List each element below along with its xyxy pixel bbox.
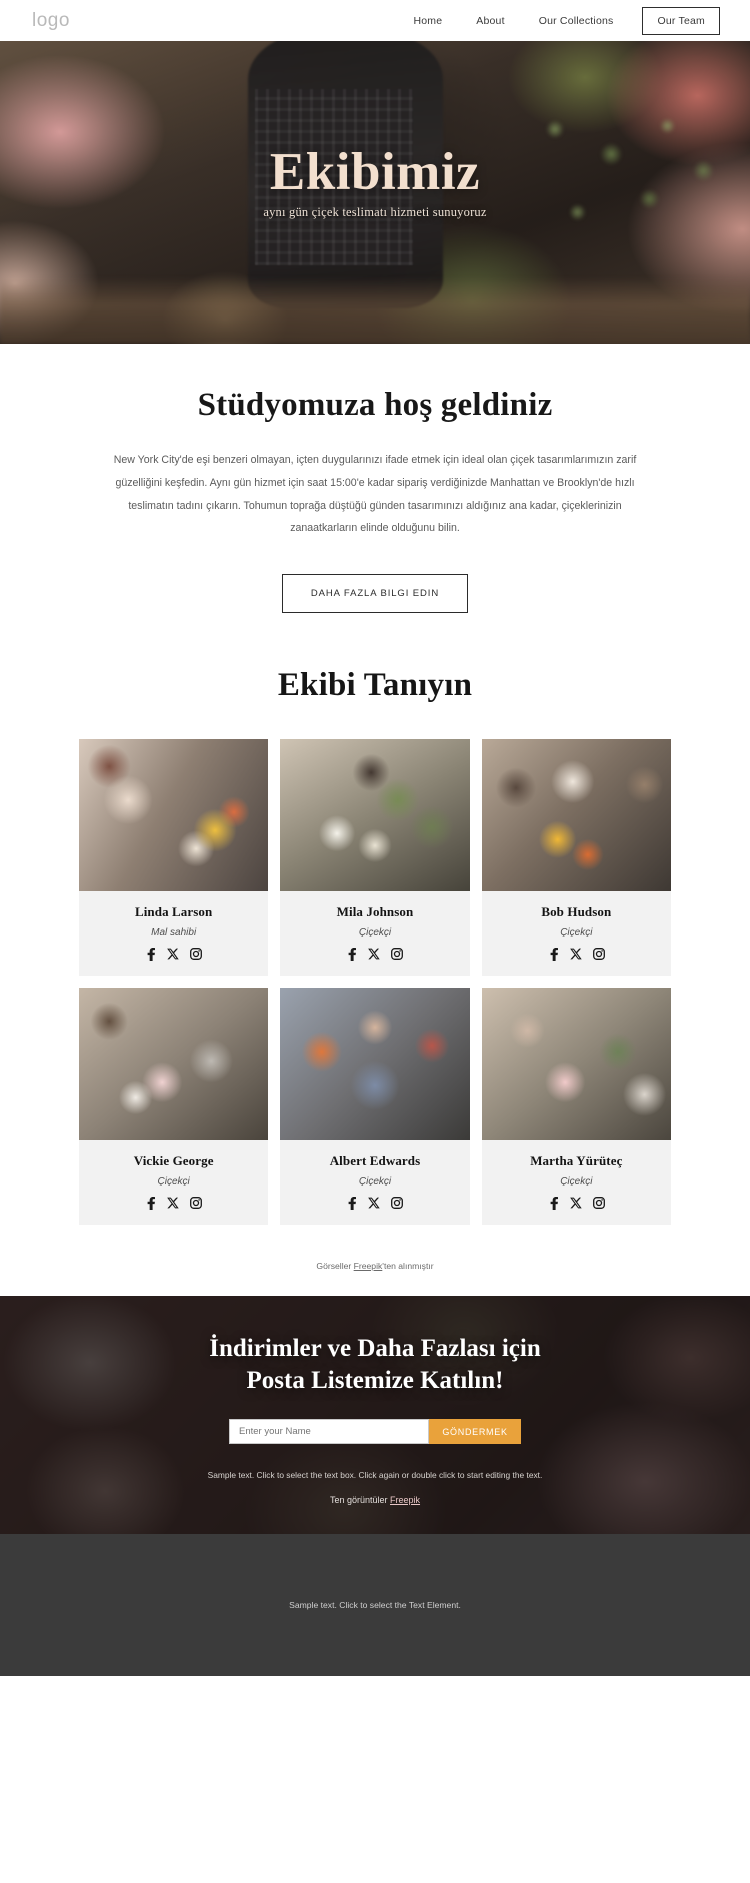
nav-item-our-team[interactable]: Our Team bbox=[642, 6, 720, 35]
instagram-icon[interactable] bbox=[391, 948, 404, 961]
facebook-icon[interactable] bbox=[346, 1197, 357, 1211]
site-logo[interactable]: logo bbox=[32, 10, 70, 32]
learn-more-button[interactable]: DAHA FAZLA BILGI EDIN bbox=[281, 574, 469, 614]
hero-title: Ekibimiz bbox=[269, 143, 481, 201]
facebook-icon[interactable] bbox=[548, 1197, 559, 1211]
team-card[interactable]: Linda Larson Mal sahibi bbox=[79, 739, 269, 977]
x-twitter-icon[interactable] bbox=[167, 948, 179, 961]
freepik-link[interactable]: Freepik bbox=[390, 1495, 420, 1505]
team-grid: Linda Larson Mal sahibi Mila Johnson Çiç… bbox=[79, 739, 671, 1226]
nav-item-our-collections[interactable]: Our Collections bbox=[522, 15, 631, 27]
social-links bbox=[488, 1197, 665, 1211]
facebook-icon[interactable] bbox=[145, 948, 156, 962]
hero-content: Ekibimiz aynı gün çiçek teslimatı hizmet… bbox=[0, 41, 750, 344]
newsletter-credit-prefix: Ten görüntüler bbox=[329, 1495, 391, 1506]
team-card-body: Linda Larson Mal sahibi bbox=[79, 891, 268, 976]
social-links bbox=[286, 948, 463, 962]
credit-prefix: Görseller bbox=[316, 1261, 354, 1272]
hero-subtitle: aynı gün çiçek teslimatı hizmeti sunuyor… bbox=[263, 205, 487, 220]
team-heading: Ekibi Tanıyın bbox=[277, 667, 473, 704]
newsletter-content: İndirimler ve Daha Fazlası için Posta Li… bbox=[0, 1296, 750, 1534]
team-card-body: Mila Johnson Çiçekçi bbox=[280, 891, 469, 976]
team-section: Ekibi Tanıyın Linda Larson Mal sahibi Mi… bbox=[0, 613, 750, 1297]
team-card-body: Martha Yürüteç Çiçekçi bbox=[482, 1140, 671, 1225]
team-member-name: Albert Edwards bbox=[329, 1153, 421, 1169]
team-member-photo bbox=[481, 988, 671, 1141]
team-member-photo bbox=[481, 739, 671, 892]
name-input[interactable] bbox=[229, 1419, 429, 1445]
team-card[interactable]: Vickie George Çiçekçi bbox=[79, 988, 269, 1226]
team-card-body: Vickie George Çiçekçi bbox=[79, 1140, 268, 1225]
social-links bbox=[85, 948, 262, 962]
instagram-icon[interactable] bbox=[190, 948, 203, 961]
team-member-role: Çiçekçi bbox=[560, 927, 593, 939]
team-member-role: Çiçekçi bbox=[157, 1176, 190, 1188]
team-card[interactable]: Albert Edwards Çiçekçi bbox=[280, 988, 470, 1226]
social-links bbox=[85, 1197, 262, 1211]
footer-text: Sample text. Click to select the Text El… bbox=[289, 1600, 461, 1611]
submit-button[interactable]: GÖNDERMEK bbox=[429, 1419, 521, 1445]
newsletter-form: GÖNDERMEK bbox=[229, 1419, 521, 1445]
team-member-role: Çiçekçi bbox=[560, 1176, 593, 1188]
credit-suffix: 'ten alınmıştır bbox=[382, 1261, 434, 1272]
team-member-photo bbox=[79, 739, 269, 892]
newsletter-title-line-2: Posta Listemize Katılın! bbox=[246, 1367, 504, 1395]
instagram-icon[interactable] bbox=[592, 948, 605, 961]
team-member-name: Vickie George bbox=[133, 1153, 214, 1169]
instagram-icon[interactable] bbox=[391, 1197, 404, 1210]
team-member-role: Çiçekçi bbox=[358, 1176, 392, 1188]
nav-item-about[interactable]: About bbox=[459, 15, 521, 27]
team-member-role: Mal sahibi bbox=[151, 927, 197, 939]
newsletter-title: İndirimler ve Daha Fazlası için Posta Li… bbox=[209, 1333, 540, 1397]
team-card[interactable]: Martha Yürüteç Çiçekçi bbox=[481, 988, 671, 1226]
hero-banner: Ekibimiz aynı gün çiçek teslimatı hizmet… bbox=[0, 41, 750, 344]
instagram-icon[interactable] bbox=[190, 1197, 203, 1210]
team-card-body: Albert Edwards Çiçekçi bbox=[280, 1140, 469, 1225]
welcome-heading: Stüdyomuza hoş geldiniz bbox=[197, 387, 553, 423]
x-twitter-icon[interactable] bbox=[569, 948, 582, 961]
facebook-icon[interactable] bbox=[145, 1197, 156, 1211]
newsletter-note: Sample text. Click to select the text bo… bbox=[207, 1470, 543, 1481]
team-card[interactable]: Bob Hudson Çiçekçi bbox=[481, 739, 671, 977]
team-card[interactable]: Mila Johnson Çiçekçi bbox=[280, 739, 470, 977]
team-member-name: Linda Larson bbox=[134, 904, 213, 920]
team-member-role: Çiçekçi bbox=[358, 927, 392, 939]
welcome-section: Stüdyomuza hoş geldiniz New York City'de… bbox=[0, 344, 750, 614]
instagram-icon[interactable] bbox=[592, 1197, 605, 1210]
site-footer: Sample text. Click to select the Text El… bbox=[0, 1534, 750, 1677]
facebook-icon[interactable] bbox=[346, 948, 357, 962]
main-navigation: Home About Our Collections Our Team bbox=[396, 6, 726, 35]
team-member-name: Mila Johnson bbox=[336, 904, 414, 920]
newsletter-credit: Ten görüntüler Freepik bbox=[330, 1495, 420, 1505]
newsletter-title-line-1: İndirimler ve Daha Fazlası için bbox=[209, 1335, 541, 1363]
facebook-icon[interactable] bbox=[548, 948, 559, 962]
social-links bbox=[488, 948, 665, 962]
welcome-cta-wrap: DAHA FAZLA BILGI EDIN bbox=[0, 574, 750, 614]
x-twitter-icon[interactable] bbox=[368, 1197, 381, 1210]
social-links bbox=[286, 1197, 463, 1211]
page-root: logo Home About Our Collections Our Team… bbox=[0, 0, 750, 1677]
x-twitter-icon[interactable] bbox=[569, 1197, 582, 1210]
images-credit: Görseller Freepik'ten alınmıştır bbox=[0, 1261, 750, 1296]
freepik-link[interactable]: Freepik bbox=[354, 1261, 383, 1271]
x-twitter-icon[interactable] bbox=[368, 948, 381, 961]
team-member-photo bbox=[79, 988, 269, 1141]
team-member-photo bbox=[280, 739, 470, 892]
newsletter-section: İndirimler ve Daha Fazlası için Posta Li… bbox=[0, 1296, 750, 1535]
team-card-body: Bob Hudson Çiçekçi bbox=[482, 891, 671, 976]
x-twitter-icon[interactable] bbox=[167, 1197, 179, 1210]
team-member-name: Martha Yürüteç bbox=[530, 1153, 623, 1169]
team-member-name: Bob Hudson bbox=[541, 904, 612, 920]
site-header: logo Home About Our Collections Our Team bbox=[0, 0, 750, 41]
welcome-paragraph: New York City'de eşi benzeri olmayan, iç… bbox=[113, 454, 637, 535]
nav-item-home[interactable]: Home bbox=[396, 15, 459, 27]
team-member-photo bbox=[280, 988, 470, 1141]
